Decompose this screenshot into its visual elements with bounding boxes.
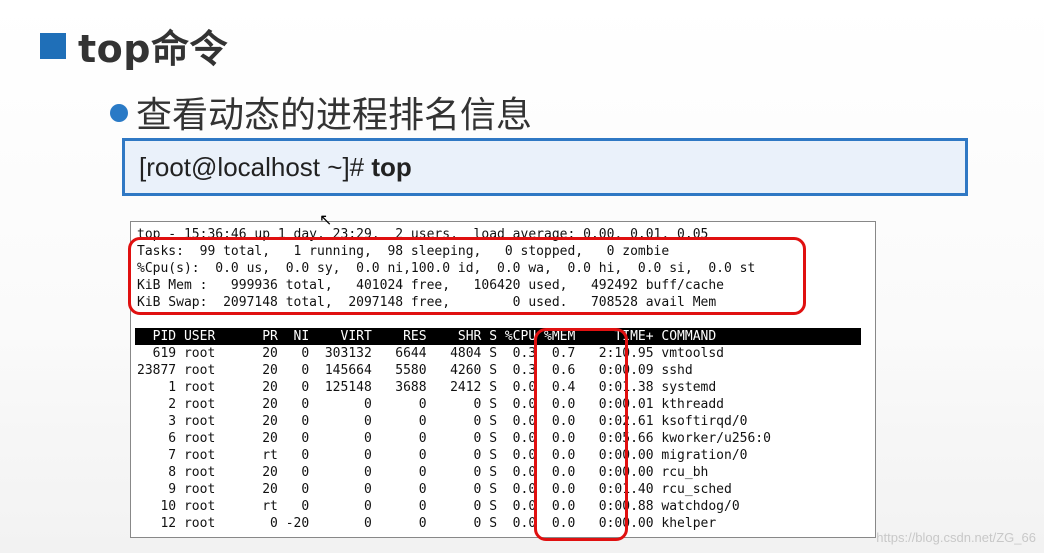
cpu-mem-highlight-box — [534, 328, 628, 541]
command-text: top — [371, 151, 412, 182]
watermark: https://blog.csdn.net/ZG_66 — [876, 530, 1036, 545]
process-row: 3 root 20 0 0 0 0 S 0.0 0.0 0:02.61 ksof… — [137, 414, 748, 429]
process-row: 619 root 20 0 303132 6644 4804 S 0.3 0.7… — [137, 346, 724, 361]
command-prompt: [root@localhost ~]# — [139, 151, 372, 182]
slide-title: top命令 — [78, 27, 228, 71]
command-box: [root@localhost ~]# top — [122, 138, 968, 196]
process-row: 2 root 20 0 0 0 0 S 0.0 0.0 0:00.01 kthr… — [137, 397, 724, 412]
slide-title-row: top命令 — [40, 18, 228, 73]
process-row: 7 root rt 0 0 0 0 S 0.0 0.0 0:00.00 migr… — [137, 448, 748, 463]
process-row: 9 root 20 0 0 0 0 S 0.0 0.0 0:01.40 rcu_… — [137, 482, 732, 497]
summary-highlight-box — [128, 237, 806, 315]
mouse-cursor-icon: ↖ — [319, 210, 333, 229]
process-row: 12 root 0 -20 0 0 0 S 0.0 0.0 0:00.00 kh… — [137, 516, 717, 531]
process-row: 6 root 20 0 0 0 0 S 0.0 0.0 0:05.66 kwor… — [137, 431, 771, 446]
round-bullet-icon — [110, 104, 128, 122]
square-bullet-icon — [40, 32, 66, 59]
process-header: PID USER PR NI VIRT RES SHR S %CPU %MEM … — [137, 329, 717, 344]
bullet-row: 查看动态的进程排名信息 — [110, 86, 532, 138]
process-row: 1 root 20 0 125148 3688 2412 S 0.0 0.4 0… — [137, 380, 717, 395]
process-row: 10 root rt 0 0 0 0 S 0.0 0.0 0:00.88 wat… — [137, 499, 740, 514]
bullet-text: 查看动态的进程排名信息 — [136, 95, 533, 136]
